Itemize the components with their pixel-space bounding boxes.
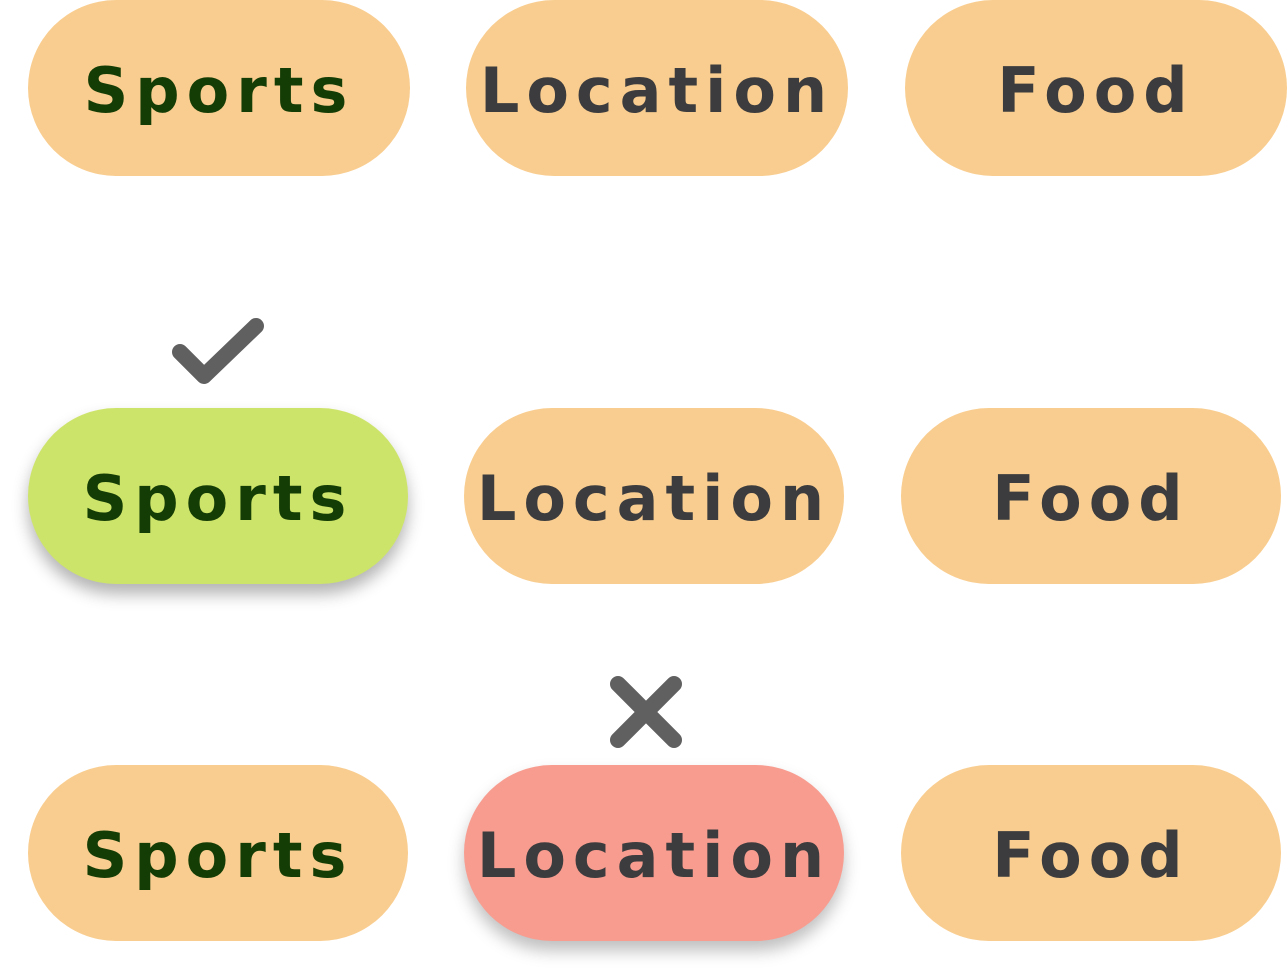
chip-label: Location [476, 818, 832, 892]
chip-label: Food [997, 53, 1195, 127]
chip-sports[interactable]: Sports [28, 0, 410, 176]
checkmark-icon [172, 318, 264, 384]
chip-label: Location [476, 461, 832, 535]
chip-location[interactable]: Location [464, 408, 844, 584]
chip-food[interactable]: Food [905, 0, 1287, 176]
chip-label: Sports [83, 53, 355, 127]
chip-label: Food [992, 818, 1190, 892]
chip-label: Sports [82, 818, 354, 892]
chip-label: Sports [82, 461, 354, 535]
cross-icon [610, 676, 682, 748]
chip-location[interactable]: Location [466, 0, 848, 176]
chip-food[interactable]: Food [901, 408, 1281, 584]
chip-sports-correct[interactable]: Sports [28, 408, 408, 584]
chip-food[interactable]: Food [901, 765, 1281, 941]
chip-label: Food [992, 461, 1190, 535]
chip-label: Location [479, 53, 835, 127]
chip-sports[interactable]: Sports [28, 765, 408, 941]
chip-location-wrong[interactable]: Location [464, 765, 844, 941]
